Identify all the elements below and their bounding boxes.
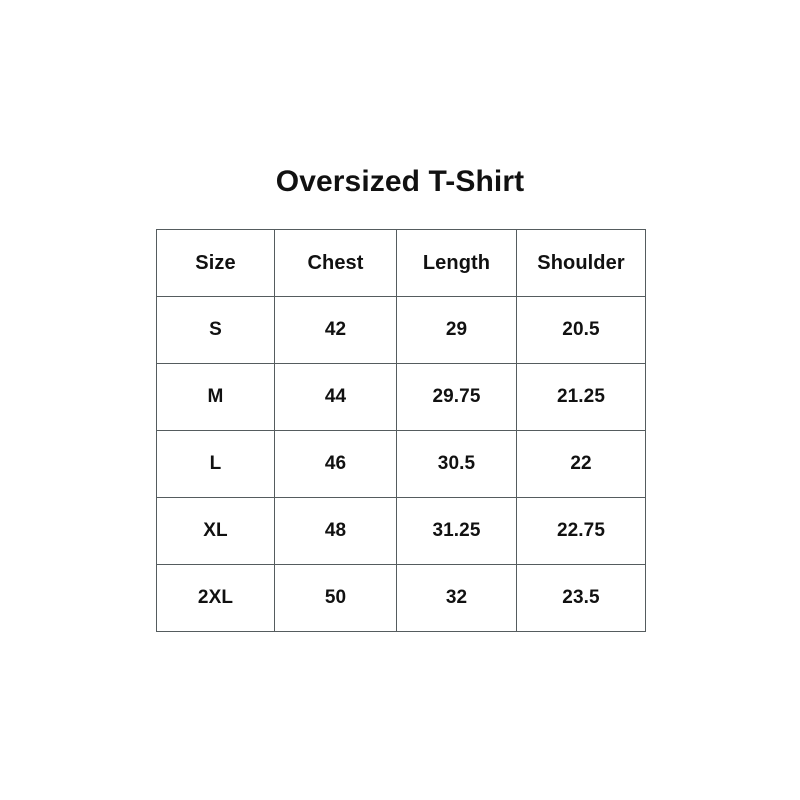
column-header-size: Size [156,229,275,297]
column-header-shoulder: Shoulder [516,229,646,297]
column-header-length: Length [396,229,517,297]
cell-length: 30.5 [396,430,517,498]
cell-size: XL [156,497,275,565]
cell-size: S [156,296,275,364]
cell-shoulder: 21.25 [516,363,646,431]
cell-chest: 50 [274,564,397,632]
table-row: XL 48 31.25 22.75 [156,497,646,565]
cell-size: 2XL [156,564,275,632]
column-header-chest: Chest [274,229,397,297]
cell-length: 29 [396,296,517,364]
cell-shoulder: 22 [516,430,646,498]
size-chart-table: Size Chest Length Shoulder S 42 29 20.5 … [156,229,646,632]
page-title: Oversized T-Shirt [275,165,525,198]
size-chart-page: Oversized T-Shirt Size Chest Length Shou… [0,0,800,800]
cell-size: M [156,363,275,431]
table-header: Size Chest Length Shoulder [156,229,646,297]
table-body: S 42 29 20.5 M 44 29.75 21.25 L 46 30.5 … [156,296,646,632]
cell-shoulder: 20.5 [516,296,646,364]
cell-length: 31.25 [396,497,517,565]
cell-chest: 44 [274,363,397,431]
cell-length: 32 [396,564,517,632]
table-row: 2XL 50 32 23.5 [156,564,646,632]
cell-chest: 42 [274,296,397,364]
table-header-row: Size Chest Length Shoulder [156,229,646,297]
cell-shoulder: 23.5 [516,564,646,632]
table-row: S 42 29 20.5 [156,296,646,364]
cell-chest: 48 [274,497,397,565]
size-table-container: Size Chest Length Shoulder S 42 29 20.5 … [156,229,646,632]
table-row: M 44 29.75 21.25 [156,363,646,431]
cell-chest: 46 [274,430,397,498]
cell-length: 29.75 [396,363,517,431]
table-row: L 46 30.5 22 [156,430,646,498]
cell-size: L [156,430,275,498]
cell-shoulder: 22.75 [516,497,646,565]
